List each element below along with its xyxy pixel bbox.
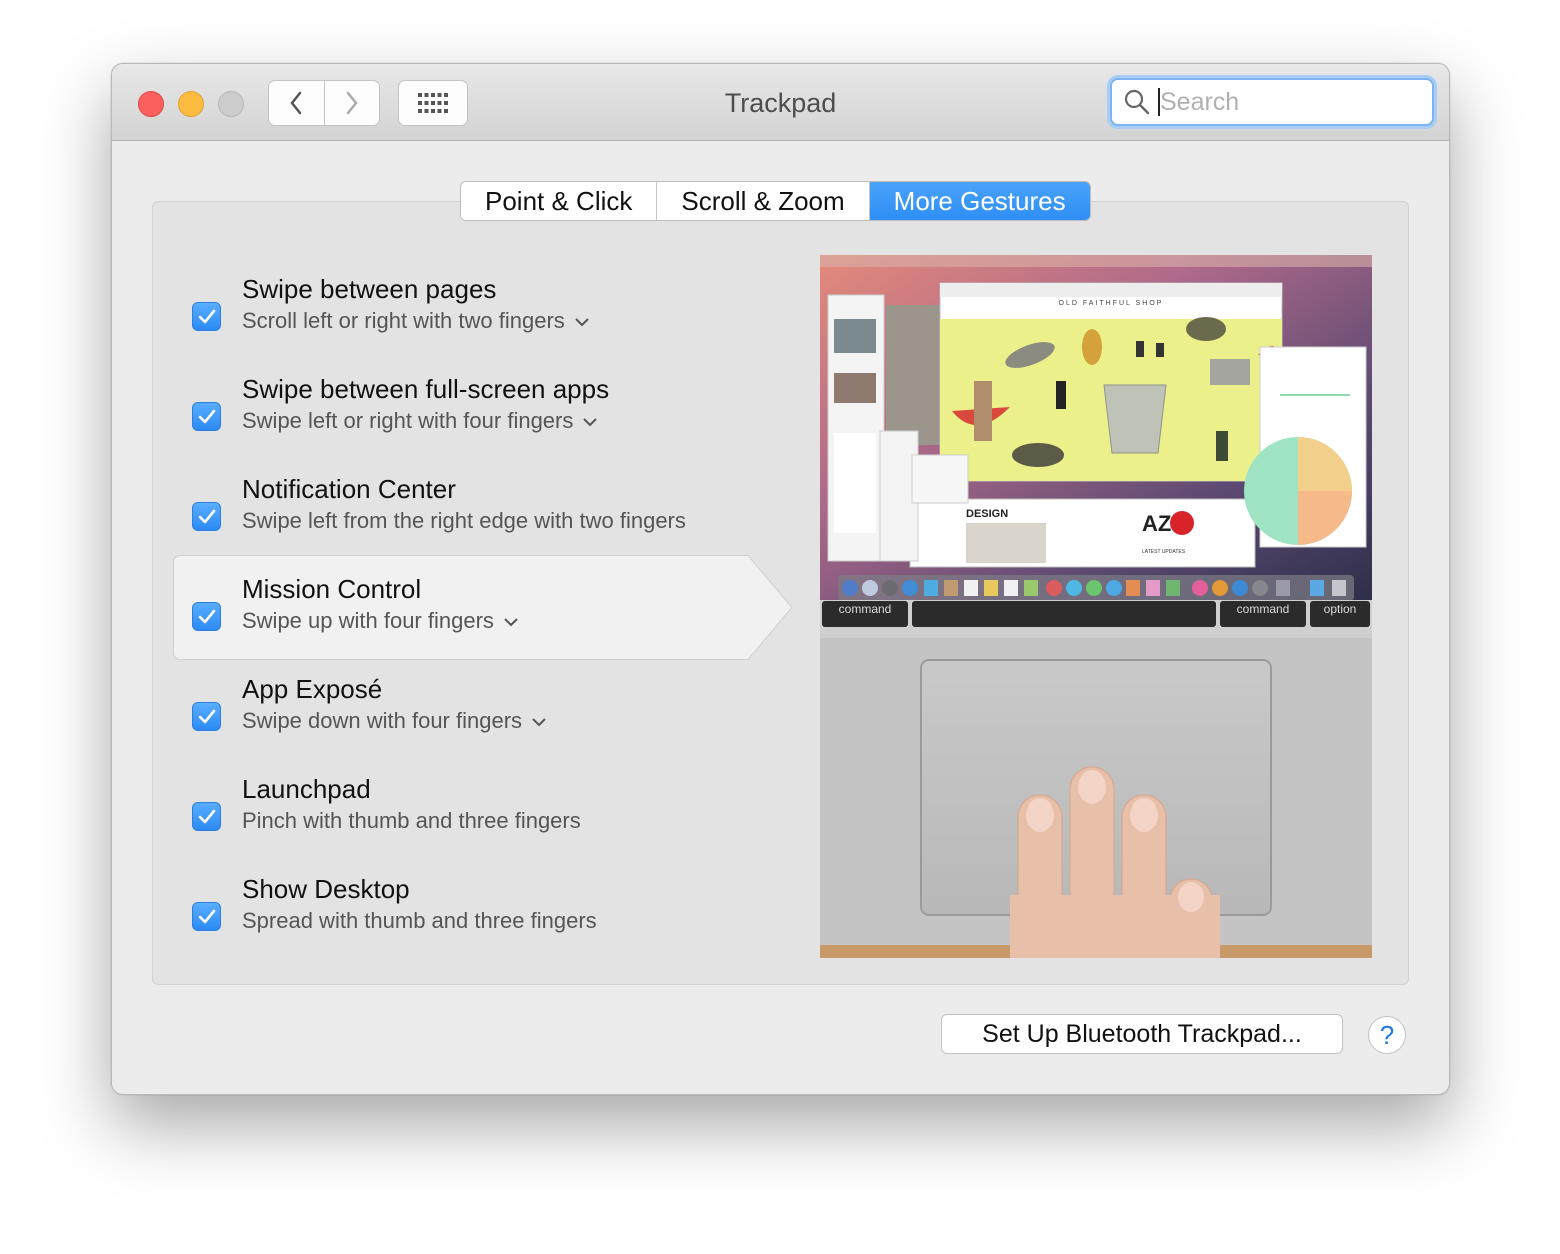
key-option: option — [1324, 602, 1357, 616]
checkmark-icon — [198, 809, 215, 823]
key-command-right: command — [1237, 602, 1290, 616]
preview-design-label: DESIGN — [966, 508, 1008, 520]
gesture-subtitle: Swipe down with four fingers — [242, 708, 523, 733]
search-field[interactable] — [1110, 78, 1434, 126]
gesture-subtitle: Scroll left or right with two fingers — [242, 308, 565, 333]
gesture-title: Notification Center — [242, 474, 456, 504]
gesture-title: Mission Control — [242, 574, 422, 604]
tab-scroll-zoom[interactable]: Scroll & Zoom — [656, 182, 869, 220]
gesture-swipe-between-pages[interactable]: Swipe between pages Scroll left or right… — [192, 274, 812, 374]
gesture-option-dropdown[interactable]: Swipe left or right with four fingers — [242, 408, 598, 434]
gesture-preview-video: OLD FAITHFUL SHOP DESIGN AZ LATEST UPDAT… — [820, 255, 1372, 958]
gesture-subtitle: Swipe left from the right edge with two … — [242, 508, 686, 533]
gesture-option-dropdown[interactable]: Scroll left or right with two fingers — [242, 308, 589, 334]
checkbox-mission-control[interactable] — [192, 602, 221, 631]
checkbox-swipe-between-pages[interactable] — [192, 302, 221, 331]
gesture-notification-center[interactable]: Notification Center Swipe left from the … — [192, 474, 812, 574]
gesture-mission-control[interactable]: Mission Control Swipe up with four finge… — [192, 574, 812, 674]
search-icon — [1124, 89, 1150, 115]
chevron-down-icon — [532, 717, 546, 727]
checkmark-icon — [198, 509, 215, 523]
text-cursor — [1158, 88, 1160, 116]
checkbox-app-expose[interactable] — [192, 702, 221, 731]
gesture-title: Launchpad — [242, 774, 371, 804]
tab-more-gestures[interactable]: More Gestures — [868, 182, 1090, 220]
preview-shop-title: OLD FAITHFUL SHOP — [1059, 300, 1164, 307]
checkmark-icon — [198, 409, 215, 423]
checkmark-icon — [198, 909, 215, 923]
tab-bar: Point & Click Scroll & Zoom More Gesture… — [460, 181, 1091, 221]
gesture-show-desktop[interactable]: Show Desktop Spread with thumb and three… — [192, 874, 812, 974]
checkmark-icon — [198, 709, 215, 723]
help-button[interactable]: ? — [1368, 1016, 1406, 1054]
gesture-subtitle: Pinch with thumb and three fingers — [242, 808, 581, 833]
setup-bluetooth-trackpad-button[interactable]: Set Up Bluetooth Trackpad... — [941, 1014, 1343, 1054]
preview-az-label: AZ — [1142, 511, 1171, 536]
title-bar: Trackpad — [112, 64, 1449, 141]
checkbox-swipe-full-screen-apps[interactable] — [192, 402, 221, 431]
gesture-title: App Exposé — [242, 674, 383, 704]
gesture-swipe-full-screen-apps[interactable]: Swipe between full-screen apps Swipe lef… — [192, 374, 812, 474]
gesture-subtitle: Spread with thumb and three fingers — [242, 908, 597, 933]
gesture-app-expose[interactable]: App Exposé Swipe down with four fingers — [192, 674, 812, 774]
tab-point-click[interactable]: Point & Click — [461, 182, 657, 220]
preview-latest-label: LATEST UPDATES — [1142, 549, 1186, 555]
checkbox-launchpad[interactable] — [192, 802, 221, 831]
gesture-option-dropdown[interactable]: Swipe down with four fingers — [242, 708, 546, 734]
gesture-subtitle: Swipe left or right with four fingers — [242, 408, 574, 433]
trackpad-window: Trackpad Point & Click Scroll & Zoom Mor… — [111, 63, 1450, 1095]
search-input[interactable] — [1158, 86, 1422, 118]
checkbox-show-desktop[interactable] — [192, 902, 221, 931]
key-command-left: command — [839, 602, 892, 616]
preview-illustration: OLD FAITHFUL SHOP DESIGN AZ LATEST UPDAT… — [820, 255, 1372, 958]
gesture-title: Swipe between pages — [242, 274, 497, 304]
checkmark-icon — [198, 609, 215, 623]
chevron-down-icon — [504, 617, 518, 627]
gesture-title: Show Desktop — [242, 874, 410, 904]
gesture-subtitle: Swipe up with four fingers — [242, 608, 494, 633]
checkbox-notification-center[interactable] — [192, 502, 221, 531]
chevron-down-icon — [583, 417, 598, 427]
checkmark-icon — [198, 309, 215, 323]
gesture-launchpad[interactable]: Launchpad Pinch with thumb and three fin… — [192, 774, 812, 874]
gesture-option-dropdown[interactable]: Swipe up with four fingers — [242, 608, 518, 634]
chevron-down-icon — [575, 317, 589, 327]
gesture-title: Swipe between full-screen apps — [242, 374, 610, 404]
